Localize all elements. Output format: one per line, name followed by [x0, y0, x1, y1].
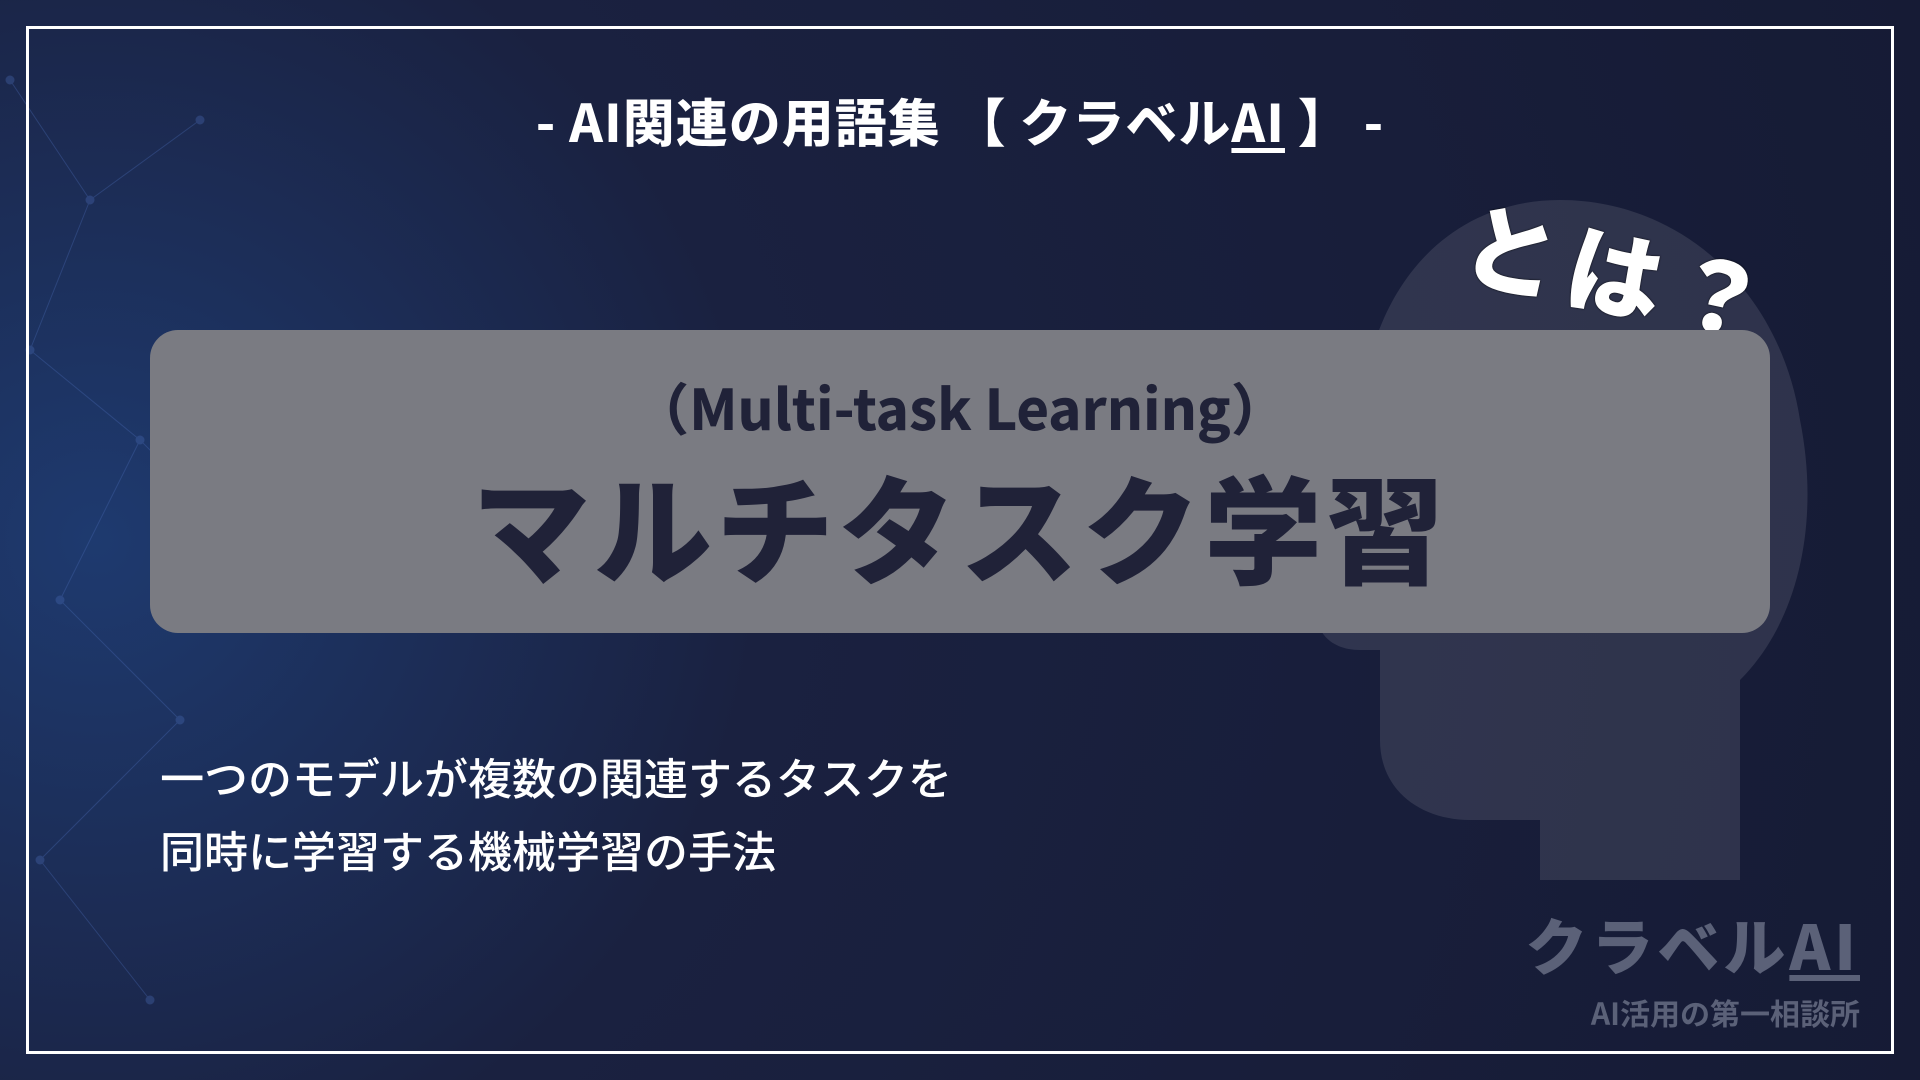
description-line-1: 一つのモデルが複数の関連するタスクを	[160, 740, 1720, 813]
header-ai: AI	[1231, 82, 1285, 157]
header-prefix: - AI関連の用語集 【 クラベル	[536, 82, 1232, 157]
brand-name: クラベルAI	[1525, 898, 1860, 988]
header-suffix: 】 -	[1285, 82, 1384, 157]
term-japanese: マルチタスク学習	[190, 459, 1730, 589]
term-description: 一つのモデルが複数の関連するタスクを 同時に学習する機械学習の手法	[160, 740, 1720, 885]
brand-tagline: AI活用の第一相談所	[1525, 990, 1860, 1034]
page-header: - AI関連の用語集 【 クラベルAI 】 -	[0, 82, 1920, 157]
brand-logo: クラベルAI AI活用の第一相談所	[1525, 898, 1860, 1034]
description-line-2: 同時に学習する機械学習の手法	[160, 813, 1720, 886]
term-english: （Multi-task Learning）	[190, 366, 1730, 447]
brand-name-ai: AI	[1789, 898, 1860, 988]
brand-name-prefix: クラベル	[1525, 898, 1789, 988]
term-box: （Multi-task Learning） マルチタスク学習	[150, 330, 1770, 633]
